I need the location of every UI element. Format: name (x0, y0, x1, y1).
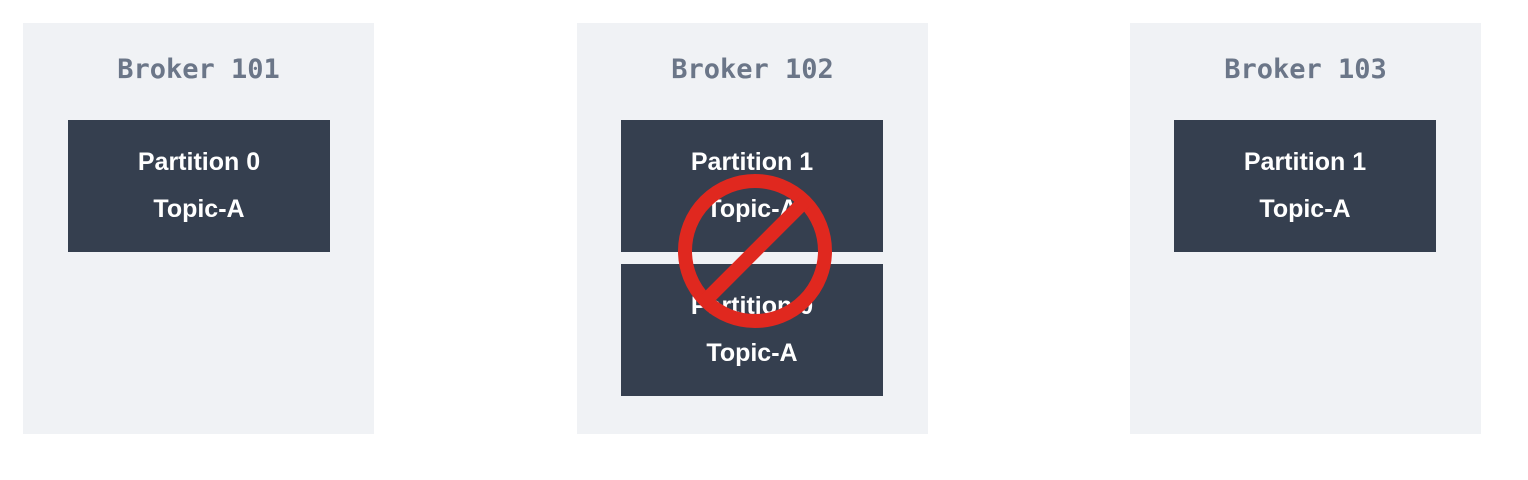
topic-label: Topic-A (153, 195, 245, 223)
broker-title: Broker 102 (671, 54, 834, 85)
topic-label: Topic-A (1259, 195, 1351, 223)
partition-box: Partition 1 Topic-A (1174, 120, 1436, 252)
partition-box: Partition 0 Topic-A (68, 120, 330, 252)
broker-101: Broker 101 Partition 0 Topic-A (23, 23, 374, 434)
broker-title: Broker 103 (1224, 54, 1387, 85)
topic-label: Topic-A (706, 339, 798, 367)
partition-label: Partition 1 (1243, 148, 1367, 176)
broker-103: Broker 103 Partition 1 Topic-A (1130, 23, 1481, 434)
no-entry-sign-icon (678, 174, 832, 328)
partition-label: Partition 0 (137, 148, 261, 176)
broker-title: Broker 101 (117, 54, 280, 85)
